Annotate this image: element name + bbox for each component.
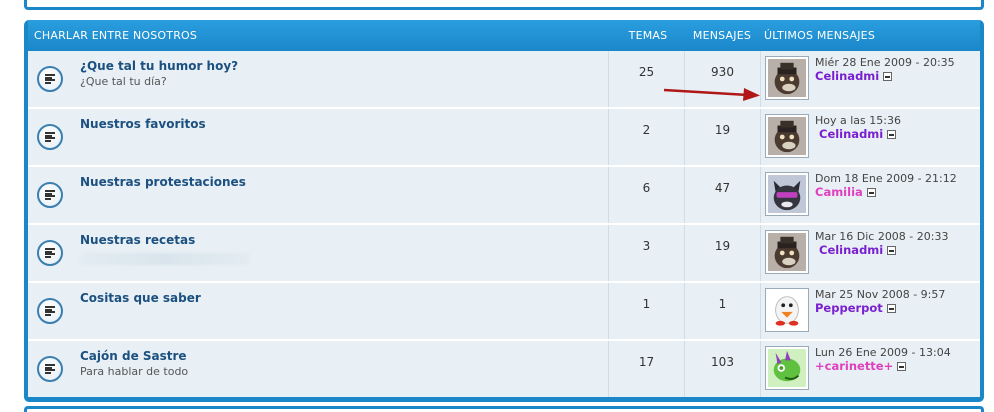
forum-list: ¿Que tal tu humor hoy? ¿Que tal tu día? …: [28, 51, 980, 397]
forum-title-link[interactable]: Nuestras recetas: [80, 233, 600, 247]
forum-row: Nuestras recetas 3 19 Mar 16 Dic 2008 - …: [28, 225, 980, 283]
forum-read-icon: [37, 240, 63, 266]
topics-count: 2: [608, 109, 684, 165]
last-post-date: Miér 28 Ene 2009 - 20:35: [815, 56, 955, 69]
topics-count: 25: [608, 51, 684, 107]
forum-row: Nuestros favoritos 2 19 Hoy a las 15:36 …: [28, 109, 980, 167]
cat-avatar[interactable]: [765, 172, 809, 216]
forum-row: ¿Que tal tu humor hoy? ¿Que tal tu día? …: [28, 51, 980, 109]
forum-read-icon: [37, 182, 63, 208]
posts-count: 103: [684, 341, 760, 397]
posts-count: 19: [684, 109, 760, 165]
goto-last-post-icon[interactable]: [886, 304, 896, 313]
goto-last-post-icon[interactable]: [866, 188, 876, 197]
dragon-avatar[interactable]: [765, 346, 809, 390]
forum-title-link[interactable]: ¿Que tal tu humor hoy?: [80, 59, 600, 73]
category-title[interactable]: CHARLAR ENTRE NOSOTROS: [28, 29, 612, 42]
goto-last-post-icon[interactable]: [887, 246, 897, 255]
last-post-date: Mar 25 Nov 2008 - 9:57: [815, 288, 946, 301]
posts-count: 19: [684, 225, 760, 281]
forum-read-icon: [37, 356, 63, 382]
topics-count: 17: [608, 341, 684, 397]
forum-read-icon: [37, 298, 63, 324]
posts-count: 1: [684, 283, 760, 339]
forum-description-blurred: [80, 253, 250, 265]
forum-description: ¿Que tal tu día?: [80, 75, 167, 88]
forum-row: Nuestras protestaciones 6 47 Dom 18 Ene …: [28, 167, 980, 225]
forum-title-link[interactable]: Cajón de Sastre: [80, 349, 600, 363]
goto-last-post-icon[interactable]: [883, 72, 893, 81]
posts-count: 47: [684, 167, 760, 223]
topics-count: 1: [608, 283, 684, 339]
last-post-date: Dom 18 Ene 2009 - 21:12: [815, 172, 957, 185]
category-header: CHARLAR ENTRE NOSOTROS TEMAS MENSAJES ÚL…: [28, 20, 980, 51]
column-posts-header: MENSAJES: [692, 29, 752, 42]
last-post-user[interactable]: Celinadmi: [815, 70, 879, 83]
forum-row: Cajón de Sastre Para hablar de todo 17 1…: [28, 341, 980, 397]
column-topics-header: TEMAS: [628, 29, 668, 42]
last-post-user[interactable]: +carinette+: [815, 360, 893, 373]
topics-count: 3: [608, 225, 684, 281]
last-post-user[interactable]: Camilia: [815, 186, 863, 199]
forum-title-link[interactable]: Nuestros favoritos: [80, 117, 600, 131]
forum-title-link[interactable]: Cositas que saber: [80, 291, 600, 305]
last-post-date: Lun 26 Ene 2009 - 13:04: [815, 346, 951, 359]
goto-last-post-icon[interactable]: [897, 362, 907, 371]
dog-avatar[interactable]: [765, 114, 809, 158]
last-post-user[interactable]: Celinadmi: [819, 128, 883, 141]
forum-description: Para hablar de todo: [80, 365, 189, 378]
posts-count: 930: [684, 51, 760, 107]
topics-count: 6: [608, 167, 684, 223]
last-post-date: Hoy a las 15:36: [815, 114, 901, 127]
goto-last-post-icon[interactable]: [887, 130, 897, 139]
forum-read-icon: [37, 124, 63, 150]
dog-avatar[interactable]: [765, 230, 809, 274]
column-last-posts-header: ÚLTIMOS MENSAJES: [764, 29, 876, 42]
forum-title-link[interactable]: Nuestras protestaciones: [80, 175, 600, 189]
previous-category-frame: [24, 0, 984, 10]
last-post-user[interactable]: Pepperpot: [815, 302, 883, 315]
last-post-date: Mar 16 Dic 2008 - 20:33: [815, 230, 949, 243]
forum-read-icon: [37, 66, 63, 92]
penguin-avatar[interactable]: [765, 288, 809, 332]
forum-category-box: CHARLAR ENTRE NOSOTROS TEMAS MENSAJES ÚL…: [24, 20, 984, 402]
dog-avatar[interactable]: [765, 56, 809, 100]
last-post-user[interactable]: Celinadmi: [819, 244, 883, 257]
forum-row: Cositas que saber 1 1 Mar 25 Nov 2008 - …: [28, 283, 980, 341]
next-category-frame: [24, 406, 984, 412]
